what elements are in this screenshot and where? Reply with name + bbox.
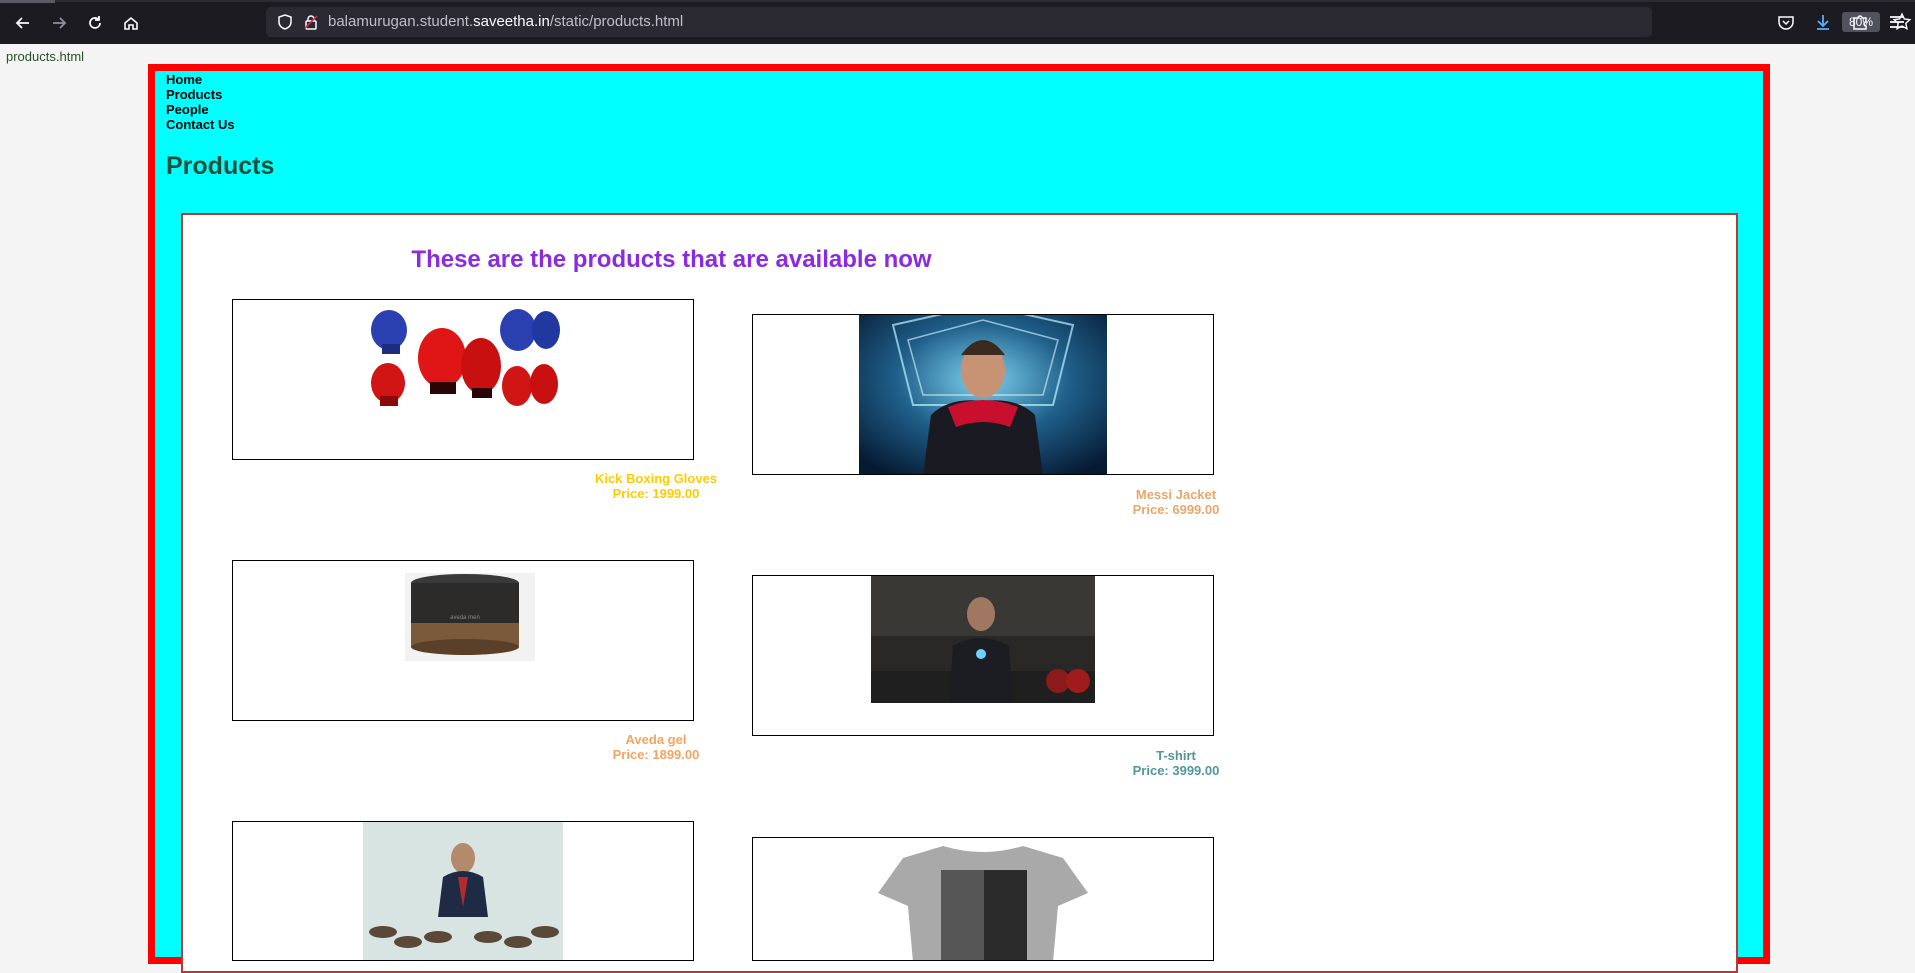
forward-button[interactable] (47, 11, 71, 35)
product-image-box-aveda-gel[interactable]: aveda men (232, 560, 694, 721)
reload-button[interactable] (83, 11, 107, 35)
back-arrow-icon (15, 17, 29, 29)
nav-link-people[interactable]: People (166, 102, 235, 117)
products-heading: These are the products that are availabl… (411, 246, 932, 273)
graphic-tshirt-image (878, 846, 1088, 960)
product-name: Messi Jacket (1135, 487, 1217, 502)
browser-toolbar: balamurugan.student.saveetha.in/static/p… (0, 0, 1915, 44)
product-caption-messi-jacket: Messi Jacket Price: 6999.00 (1101, 487, 1251, 517)
product-price: Price: 1999.00 (612, 486, 700, 501)
site-info-lock-icon[interactable] (302, 13, 320, 31)
nav-link-products[interactable]: Products (166, 87, 235, 102)
nav-link-home[interactable]: Home (166, 72, 235, 87)
messi-jacket-image (859, 315, 1107, 474)
product-price: Price: 1899.00 (612, 747, 700, 762)
site-nav: Home Products People Contact Us (166, 72, 235, 132)
product-image-box-messi-jacket[interactable] (752, 314, 1214, 475)
pocket-icon[interactable] (1776, 12, 1796, 32)
product-name: Aveda gel (625, 732, 687, 747)
boxing-gloves-image (371, 309, 560, 406)
address-bar[interactable]: balamurugan.student.saveetha.in/static/p… (266, 7, 1912, 37)
nav-link-contact-us[interactable]: Contact Us (166, 117, 235, 132)
tab-strip (0, 0, 1915, 2)
product-name: Kick Boxing Gloves (594, 471, 718, 486)
url-subdomain: balamurugan.student. (328, 13, 474, 30)
product-image-box-graphic-tshirt[interactable] (752, 837, 1214, 961)
reload-icon (89, 16, 101, 29)
shoes-model-image (363, 822, 563, 960)
svg-text:aveda men: aveda men (450, 615, 480, 621)
forward-arrow-icon (53, 17, 67, 29)
home-button[interactable] (119, 11, 143, 35)
product-image-box-kick-boxing-gloves[interactable] (232, 299, 694, 460)
product-price: Price: 6999.00 (1132, 502, 1220, 517)
menu-icon[interactable] (1887, 12, 1907, 32)
home-icon (124, 16, 138, 30)
page-filename-label: products.html (6, 49, 85, 64)
product-caption-kick-boxing-gloves: Kick Boxing Gloves Price: 1999.00 (581, 471, 731, 501)
page-title: Products (166, 152, 275, 180)
tracking-protection-shield-icon[interactable] (276, 13, 294, 31)
url-text[interactable]: balamurugan.student.saveetha.in/static/p… (328, 13, 683, 31)
product-name: T-shirt (1156, 748, 1196, 763)
extensions-icon[interactable] (1850, 12, 1870, 32)
t-shirt-model-image (871, 576, 1095, 703)
product-price: Price: 3999.00 (1132, 763, 1220, 778)
product-caption-t-shirt: T-shirt Price: 3999.00 (1101, 748, 1251, 778)
downloads-icon[interactable] (1813, 12, 1833, 32)
url-path: /static/products.html (549, 13, 684, 30)
product-image-box-shoes[interactable] (232, 821, 694, 961)
aveda-gel-jar-image: aveda men (405, 573, 535, 661)
product-image-box-t-shirt[interactable] (752, 575, 1214, 736)
back-button[interactable] (11, 11, 35, 35)
product-caption-aveda-gel: Aveda gel Price: 1899.00 (581, 732, 731, 762)
url-host: saveetha.in (473, 13, 550, 30)
active-tab-indicator (0, 0, 55, 3)
